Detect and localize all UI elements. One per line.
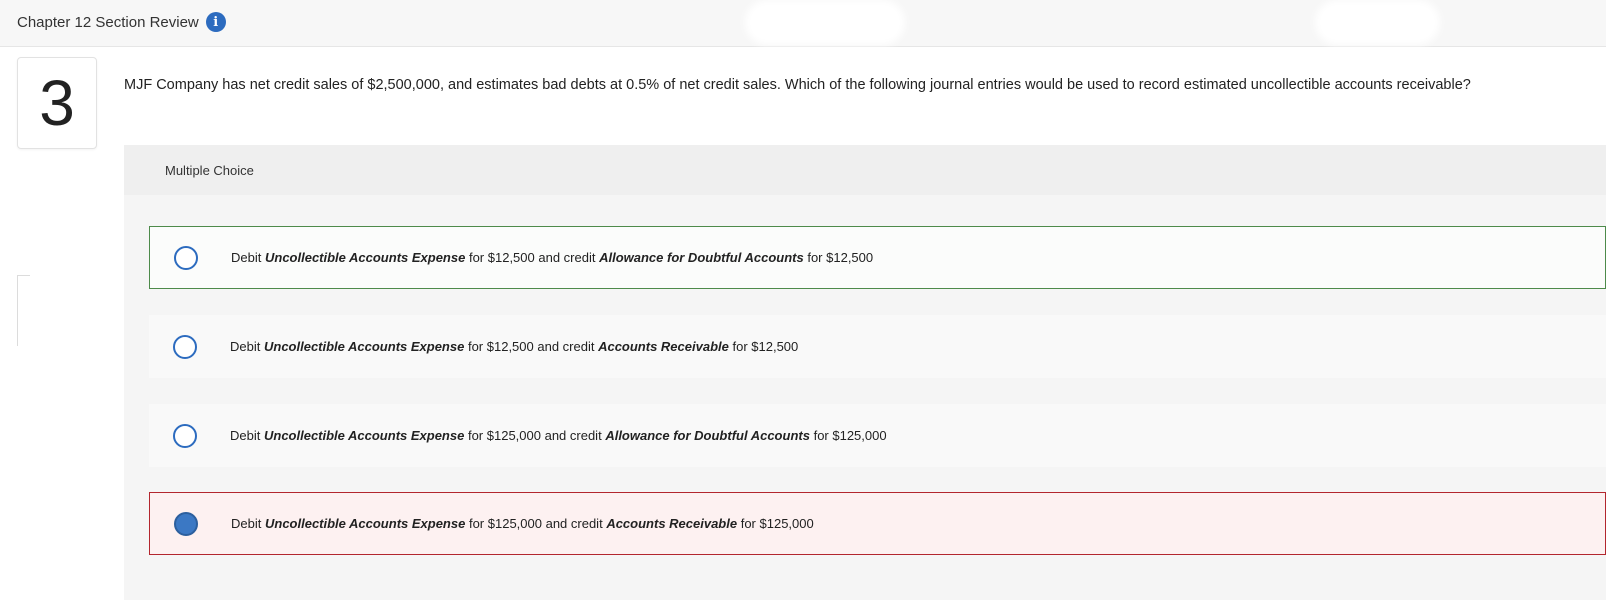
assignment-title: Chapter 12 Section Review: [17, 13, 199, 31]
answer-option-1[interactable]: Debit Uncollectible Accounts Expense for…: [149, 226, 1606, 289]
credit-account: Allowance for Doubtful Accounts: [599, 250, 804, 265]
assignment-title-area: Chapter 12 Section Review i: [17, 12, 226, 32]
multiple-choice-header: Multiple Choice: [124, 145, 1606, 195]
multiple-choice-label: Multiple Choice: [165, 163, 254, 178]
info-icon[interactable]: i: [205, 12, 226, 32]
debit-account: Uncollectible Accounts Expense: [264, 516, 466, 531]
redacted-area: [745, 0, 905, 45]
redacted-area: [1315, 0, 1440, 45]
answer-option-text: Debit Uncollectible Accounts Expense for…: [230, 339, 798, 354]
debit-account: Uncollectible Accounts Expense: [264, 250, 466, 265]
debit-amount: for $125,000 and credit: [467, 428, 602, 443]
question-number: 3: [17, 57, 97, 149]
answer-option-text: Debit Uncollectible Accounts Expense for…: [231, 516, 814, 531]
credit-amount: for $12,500: [732, 339, 799, 354]
answer-option-3[interactable]: Debit Uncollectible Accounts Expense for…: [149, 404, 1606, 467]
answer-option-text: Debit Uncollectible Accounts Expense for…: [230, 428, 887, 443]
credit-amount: for $125,000: [740, 516, 814, 531]
debit-prefix: Debit: [230, 428, 261, 443]
debit-prefix: Debit: [231, 250, 262, 265]
debit-amount: for $125,000 and credit: [468, 516, 603, 531]
radio-button[interactable]: [173, 334, 197, 359]
credit-account: Accounts Receivable: [606, 516, 738, 531]
debit-prefix: Debit: [231, 516, 262, 531]
side-frame-edge: [17, 275, 30, 346]
top-bar: Chapter 12 Section Review i: [0, 0, 1606, 47]
credit-account: Accounts Receivable: [598, 339, 729, 354]
answer-option-4[interactable]: Debit Uncollectible Accounts Expense for…: [149, 492, 1606, 555]
radio-button-selected[interactable]: [174, 511, 198, 536]
answer-option-text: Debit Uncollectible Accounts Expense for…: [231, 250, 873, 265]
debit-amount: for $12,500 and credit: [467, 339, 595, 354]
debit-prefix: Debit: [230, 339, 261, 354]
credit-account: Allowance for Doubtful Accounts: [605, 428, 810, 443]
radio-button[interactable]: [173, 423, 197, 448]
debit-amount: for $12,500 and credit: [468, 250, 596, 265]
credit-amount: for $12,500: [807, 250, 874, 265]
question-prompt: MJF Company has net credit sales of $2,5…: [124, 77, 1471, 93]
debit-account: Uncollectible Accounts Expense: [263, 428, 465, 443]
credit-amount: for $125,000: [813, 428, 887, 443]
multiple-choice-panel: Multiple Choice Debit Uncollectible Acco…: [124, 145, 1606, 600]
radio-button[interactable]: [174, 245, 198, 270]
answer-option-2[interactable]: Debit Uncollectible Accounts Expense for…: [149, 315, 1606, 378]
debit-account: Uncollectible Accounts Expense: [263, 339, 465, 354]
